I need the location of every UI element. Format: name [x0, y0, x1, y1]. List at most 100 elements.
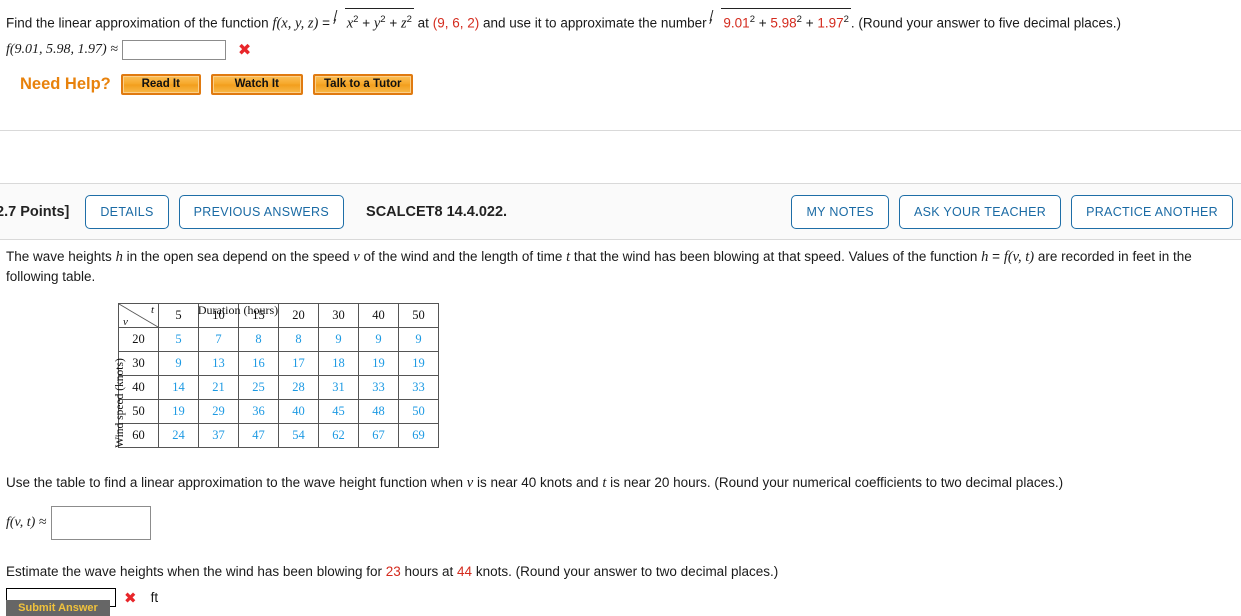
need-help-label: Need Help? — [20, 74, 111, 93]
table-cell: 9 — [358, 327, 399, 352]
table-cell: 67 — [358, 423, 399, 448]
table-cell: 40 — [278, 399, 319, 424]
table-col-header: 5 — [158, 303, 199, 328]
table-cell: 36 — [238, 399, 279, 424]
wave-table-body: 20 5 7 8 8 9 9 9 30 9 13 16 17 18 19 19 40 14 21 25 28 31 33 33… — [118, 327, 439, 448]
table-cell: 19 — [358, 351, 399, 376]
q1-equals: = — [318, 15, 334, 31]
table-cell: 45 — [318, 399, 359, 424]
question-1-text: Find the linear approximation of the fun… — [6, 8, 1231, 35]
table-row: 20 5 7 8 8 9 9 9 — [118, 327, 439, 352]
previous-answers-button[interactable]: PREVIOUS ANSWERS — [178, 194, 345, 229]
table-cell: 24 — [158, 423, 199, 448]
submit-answer-button[interactable]: Submit Answer — [6, 600, 110, 616]
estimate-text-2: hours at — [400, 564, 458, 579]
estimate-prompt: Estimate the wave heights when the wind … — [6, 562, 1235, 582]
wrong-cross-icon: ✖ — [237, 39, 252, 59]
q1-answer-input[interactable] — [121, 39, 226, 60]
table-cell: 31 — [318, 375, 359, 400]
table-cell: 5 — [158, 327, 199, 352]
read-it-button[interactable]: Read It — [120, 73, 201, 95]
table-cell: 37 — [198, 423, 239, 448]
need-help-row: Need Help? Read It Watch It Talk to a Tu… — [6, 73, 1231, 95]
table-cell: 9 — [318, 327, 359, 352]
table-cell: 8 — [278, 327, 319, 352]
table-cell: 14 — [158, 375, 199, 400]
watch-it-button[interactable]: Watch It — [210, 73, 303, 95]
q2-intro-4: that the wind has been blowing at that s… — [570, 249, 982, 264]
estimate-knots-value: 44 — [457, 564, 473, 579]
talk-to-a-tutor-button[interactable]: Talk to a Tutor — [312, 73, 413, 95]
q1-radical-1: x2 + y2 + z2 — [334, 8, 414, 35]
table-cell: 9 — [158, 351, 199, 376]
table-cell: 25 — [238, 375, 279, 400]
question-2-intro-text: The wave heights h in the open sea depen… — [6, 247, 1235, 287]
table-cell: 62 — [318, 423, 359, 448]
estimate-answer-row: ✖ ft — [6, 588, 1235, 607]
q1-radicand-2: 9.012 + 5.982 + 1.972 — [721, 8, 851, 34]
estimate-hours-value: 23 — [385, 564, 401, 579]
table-cell: 7 — [198, 327, 239, 352]
prompt-text-3: is near 20 hours. (Round your numerical … — [606, 475, 1064, 490]
table-header-row: t v 5 10 15 20 30 40 50 — [118, 303, 439, 328]
table-row: 40 14 21 25 28 31 33 33 — [118, 375, 439, 400]
table-cell: 50 — [398, 399, 439, 424]
table-cell: 17 — [278, 351, 319, 376]
q2-intro-5: = — [988, 249, 1004, 264]
table-cell: 33 — [358, 375, 399, 400]
estimate-text-3: knots. (Round your answer to two decimal… — [472, 564, 779, 579]
table-row: 60 24 37 47 54 62 67 69 — [118, 423, 439, 448]
table-cell: 19 — [398, 351, 439, 376]
ask-your-teacher-button[interactable]: ASK YOUR TEACHER — [898, 194, 1062, 229]
table-cell: 28 — [278, 375, 319, 400]
textbook-reference: SCALCET8 14.4.022. — [366, 203, 508, 220]
question-1-block: Find the linear approximation of the fun… — [0, 0, 1241, 95]
table-cell: 21 — [198, 375, 239, 400]
q2-fn-fvt: f(v, t) — [1003, 249, 1035, 265]
table-cell: 47 — [238, 423, 279, 448]
table-cell: 16 — [238, 351, 279, 376]
table-row: 30 9 13 16 17 18 19 19 — [118, 351, 439, 376]
table-row-caption: Wind speed (knots) — [114, 358, 126, 448]
wave-height-table: t v 5 10 15 20 30 40 50 20 5 7 8 8 9 9 9 30 9 13 16 17 18 19… — [118, 303, 439, 448]
q1-radical-2: 9.012 + 5.982 + 1.972 — [710, 8, 851, 34]
q1-text-d: . (Round your answer to five decimal pla… — [850, 15, 1122, 31]
table-row: 50 19 29 36 40 45 48 50 — [118, 399, 439, 424]
table-col-header: 30 — [318, 303, 359, 328]
practice-another-button[interactable]: PRACTICE ANOTHER — [1071, 194, 1233, 229]
q1-text-b: at — [413, 15, 433, 31]
q1-text-a: Find the linear approximation of the fun… — [6, 15, 273, 31]
q1-text-c: and use it to approximate the number — [479, 15, 711, 31]
points-label: /2.7 Points] — [0, 203, 70, 220]
my-notes-button[interactable]: MY NOTES — [791, 194, 889, 229]
table-corner-cell: t v — [118, 303, 159, 328]
table-cell: 18 — [318, 351, 359, 376]
table-cell: 29 — [198, 399, 239, 424]
details-button[interactable]: DETAILS — [85, 194, 169, 229]
table-cell: 69 — [398, 423, 439, 448]
table-column-caption: Duration (hours) — [197, 303, 279, 317]
question-2-lower-block: Use the table to find a linear approxima… — [0, 475, 1241, 607]
q2-intro-3: of the wind and the length of time — [359, 249, 567, 264]
table-cell: 13 — [198, 351, 239, 376]
section-divider-3 — [0, 239, 1241, 240]
question-1-answer-row: f(9.01, 5.98, 1.97) ≈ ✖ — [6, 39, 1231, 60]
wave-table-wrapper: Duration (hours) Wind speed (knots) t v … — [6, 303, 1235, 448]
table-cell: 8 — [238, 327, 279, 352]
corner-col-var: t — [150, 304, 154, 317]
q1-function-label: f(x, y, z) — [272, 15, 319, 32]
wrong-cross-icon: ✖ — [124, 588, 137, 607]
q2-intro-2: in the open sea depend on the speed — [122, 249, 354, 264]
corner-row-var: v — [123, 316, 128, 328]
linear-approximation-prompt: Use the table to find a linear approxima… — [6, 475, 1235, 492]
table-row-header: 20 — [118, 327, 159, 352]
fvt-answer-input[interactable] — [51, 506, 152, 540]
section-divider-1 — [0, 130, 1241, 131]
q1-answer-label: f(9.01, 5.98, 1.97) ≈ — [6, 41, 118, 57]
prompt-text-1: Use the table to find a linear approxima… — [6, 475, 467, 490]
prompt-text-2: is near 40 knots and — [473, 475, 603, 490]
estimate-text-1: Estimate the wave heights when the wind … — [6, 564, 386, 579]
table-col-header: 40 — [358, 303, 399, 328]
table-col-header: 20 — [278, 303, 319, 328]
q1-radicand-1: x2 + y2 + z2 — [344, 8, 414, 35]
